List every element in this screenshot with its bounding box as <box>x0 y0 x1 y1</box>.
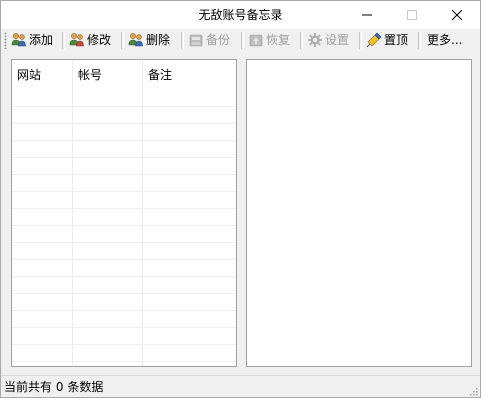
account-list[interactable]: 网站 帐号 备注 <box>11 59 237 367</box>
users-delete-icon <box>128 33 143 47</box>
toolbar-grip[interactable] <box>4 32 7 49</box>
more-button[interactable]: 更多... <box>427 29 462 51</box>
pin-top-button[interactable]: 置顶 <box>366 29 408 51</box>
toolbar-separator <box>181 32 184 49</box>
backup-button[interactable]: 备份 <box>188 29 230 51</box>
settings-button-label: 设置 <box>325 33 350 47</box>
maximize-button[interactable] <box>389 1 434 29</box>
maximize-icon <box>406 10 417 20</box>
record-count: 0 <box>55 380 64 394</box>
status-text: 当前共有 0 条数据 <box>4 376 104 397</box>
list-body[interactable] <box>12 90 236 366</box>
gear-icon <box>308 33 322 47</box>
close-button[interactable] <box>434 1 479 29</box>
column-divider <box>72 60 73 366</box>
users-edit-icon <box>69 33 84 47</box>
list-header: 网站 帐号 备注 <box>12 60 236 90</box>
title-bar: 无敌账号备忘录 <box>1 1 480 29</box>
toolbar-separator <box>418 32 421 49</box>
users-add-icon <box>11 33 26 47</box>
status-prefix: 当前共有 <box>4 380 53 394</box>
detail-panel[interactable] <box>246 59 472 367</box>
column-divider <box>142 60 143 366</box>
backup-button-label: 备份 <box>206 33 231 47</box>
column-header-note[interactable]: 备注 <box>143 60 236 90</box>
column-header-website[interactable]: 网站 <box>12 60 73 90</box>
backup-icon <box>189 34 203 47</box>
pin-top-button-label: 置顶 <box>384 33 409 47</box>
restore-button-label: 恢复 <box>266 33 291 47</box>
edit-button[interactable]: 修改 <box>69 29 111 51</box>
pin-top-icon <box>366 32 382 48</box>
close-icon <box>451 10 462 20</box>
edit-button-label: 修改 <box>87 33 112 47</box>
toolbar-separator <box>241 32 244 49</box>
more-button-label: 更多... <box>427 33 463 47</box>
toolbar-separator <box>121 32 124 49</box>
status-suffix: 条数据 <box>67 380 104 394</box>
minimize-icon <box>361 14 372 16</box>
app-window: 无敌账号备忘录 添加 修改 删除 备份 恢复 设置 置顶 更多... 网站 帐号… <box>0 0 481 398</box>
resize-grip-icon[interactable] <box>468 386 478 396</box>
delete-button-label: 删除 <box>146 33 171 47</box>
add-button[interactable]: 添加 <box>11 29 53 51</box>
column-header-account[interactable]: 帐号 <box>73 60 143 90</box>
toolbar-separator <box>300 32 303 49</box>
add-button-label: 添加 <box>29 33 54 47</box>
status-bar: 当前共有 0 条数据 <box>1 375 480 397</box>
delete-button[interactable]: 删除 <box>128 29 170 51</box>
toolbar: 添加 修改 删除 备份 恢复 设置 置顶 更多... <box>1 29 480 51</box>
restore-icon <box>249 34 263 47</box>
settings-button[interactable]: 设置 <box>307 29 349 51</box>
toolbar-separator <box>62 32 65 49</box>
restore-button[interactable]: 恢复 <box>248 29 290 51</box>
toolbar-separator <box>359 32 362 49</box>
minimize-button[interactable] <box>344 1 389 29</box>
